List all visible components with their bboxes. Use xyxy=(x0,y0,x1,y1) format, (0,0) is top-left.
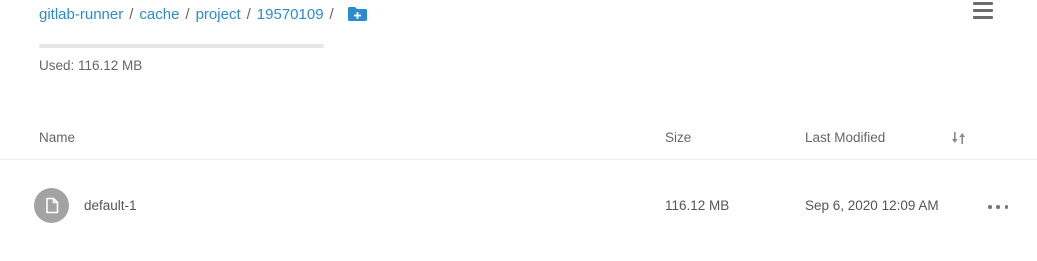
header-divider xyxy=(0,159,1037,160)
breadcrumb-item-project[interactable]: project xyxy=(196,6,241,23)
sort-icon[interactable] xyxy=(951,130,967,146)
column-header-size[interactable]: Size xyxy=(665,130,691,145)
table-row[interactable]: default-1 116.12 MB Sep 6, 2020 12:09 AM xyxy=(0,184,1037,228)
file-last-modified: Sep 6, 2020 12:09 AM xyxy=(805,198,939,213)
breadcrumb-item-19570109[interactable]: 19570109 xyxy=(257,6,324,23)
column-header-last-modified[interactable]: Last Modified xyxy=(805,130,885,145)
usage-text: Used: 116.12 MB xyxy=(39,58,143,73)
breadcrumb: gitlab-runner / cache / project / 195701… xyxy=(39,4,368,24)
file-icon xyxy=(34,188,69,223)
breadcrumb-item-gitlab-runner[interactable]: gitlab-runner xyxy=(39,6,123,23)
file-size: 116.12 MB xyxy=(665,198,730,213)
breadcrumb-separator: / xyxy=(129,5,134,23)
file-name[interactable]: default-1 xyxy=(84,198,137,213)
more-horizontal-icon[interactable] xyxy=(988,204,1008,210)
breadcrumb-item-cache[interactable]: cache xyxy=(139,6,179,23)
breadcrumb-separator: / xyxy=(246,5,251,23)
folder-plus-icon[interactable] xyxy=(347,6,368,22)
breadcrumb-separator: / xyxy=(329,5,334,23)
usage-progress-bar xyxy=(39,44,324,48)
breadcrumb-separator: / xyxy=(185,5,190,23)
hamburger-menu-icon[interactable] xyxy=(973,2,993,20)
column-header-name[interactable]: Name xyxy=(39,130,75,145)
file-browser: gitlab-runner / cache / project / 195701… xyxy=(0,0,1037,261)
